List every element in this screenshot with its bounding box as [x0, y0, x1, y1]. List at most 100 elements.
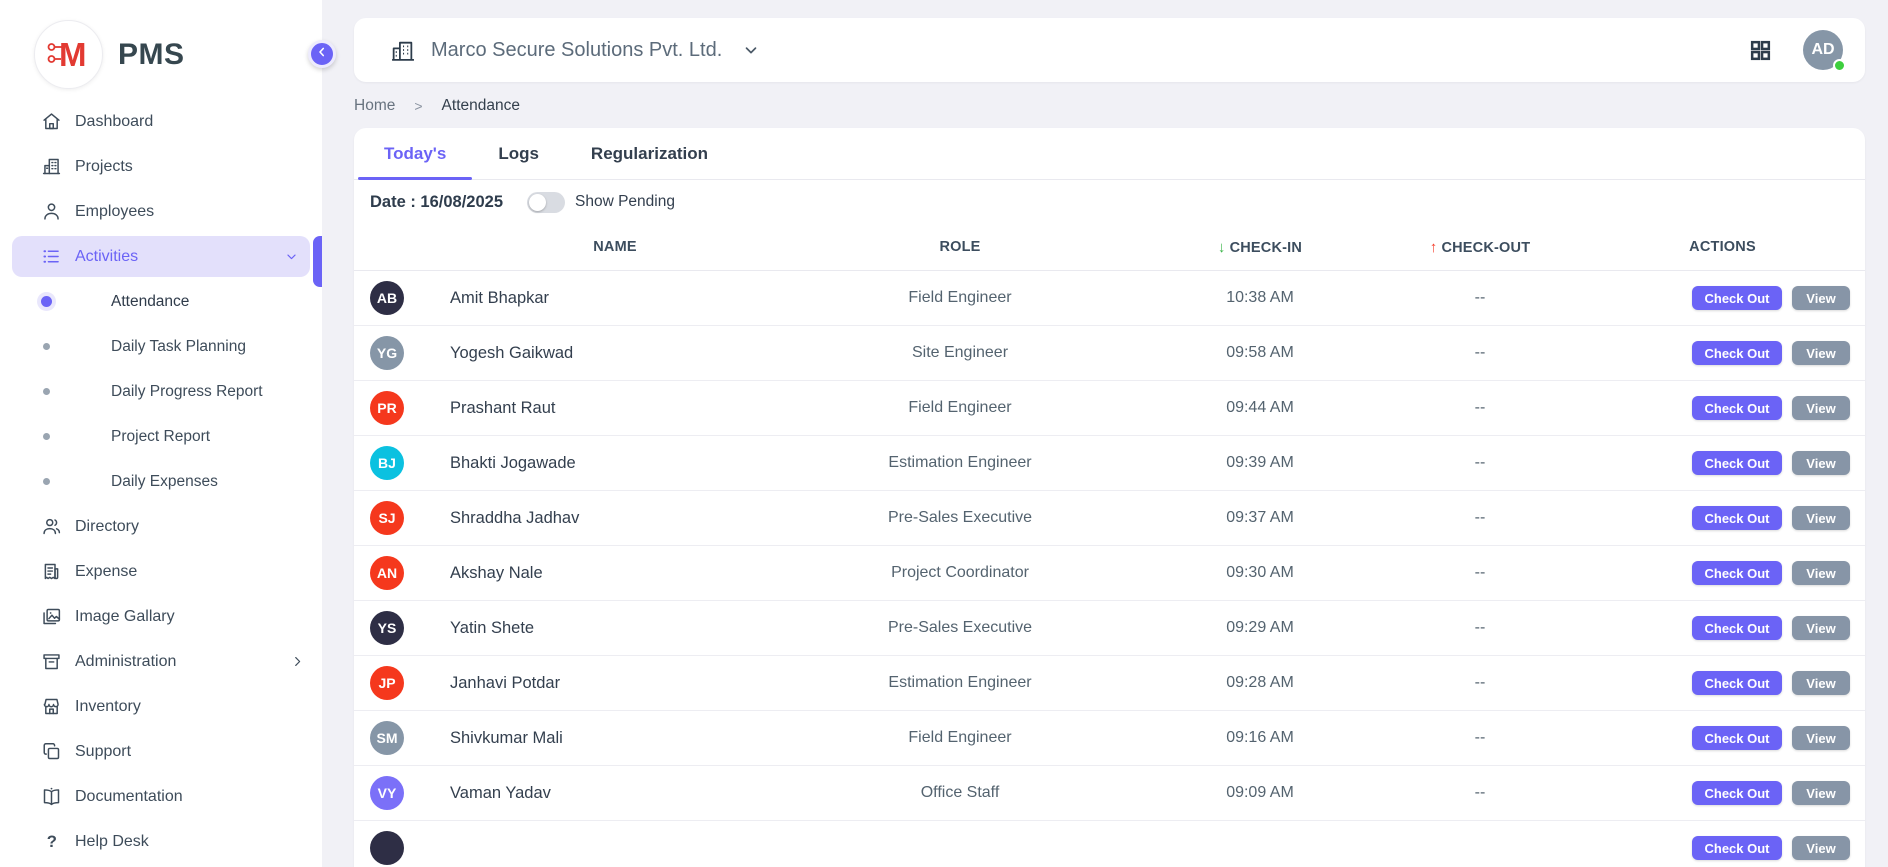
show-pending-toggle[interactable] [527, 192, 565, 213]
actions-cell: Check Out View [1580, 341, 1865, 365]
employee-avatar-cell: SM [354, 721, 450, 755]
table-row: ABAmit BhapkarField Engineer10:38 AM--Ch… [354, 271, 1865, 326]
employee-avatar-cell: PR [354, 391, 450, 425]
sidebar-subitem-daily-task-planning[interactable]: Daily Task Planning [0, 324, 322, 369]
table-row: SMShivkumar MaliField Engineer09:16 AM--… [354, 711, 1865, 766]
chevron-right-icon [289, 653, 306, 670]
sidebar-item-inventory[interactable]: Inventory [0, 684, 322, 729]
employee-role: Field Engineer [780, 729, 1140, 747]
grid-icon[interactable] [1748, 38, 1773, 63]
office-building-icon [390, 38, 415, 63]
view-button[interactable]: View [1792, 616, 1850, 640]
check-out-button[interactable]: Check Out [1692, 616, 1782, 640]
view-button[interactable]: View [1792, 341, 1850, 365]
view-button[interactable]: View [1792, 781, 1850, 805]
online-status-dot [1833, 59, 1846, 72]
check-out-button[interactable]: Check Out [1692, 506, 1782, 530]
check-in-time: 10:38 AM [1140, 289, 1380, 307]
check-out-button[interactable]: Check Out [1692, 341, 1782, 365]
breadcrumb-home[interactable]: Home [354, 97, 395, 115]
main-content: Marco Secure Solutions Pvt. Ltd. AD Home… [322, 0, 1888, 867]
sidebar-item-support[interactable]: Support [0, 729, 322, 774]
check-out-button[interactable]: Check Out [1692, 836, 1782, 860]
check-out-button[interactable]: Check Out [1692, 671, 1782, 695]
check-out-button[interactable]: Check Out [1692, 726, 1782, 750]
sidebar-item-employees[interactable]: Employees [0, 189, 322, 234]
sidebar-item-projects[interactable]: Projects [0, 144, 322, 189]
receipt-icon [40, 561, 62, 583]
svg-text:M: M [59, 36, 87, 73]
sidebar-subitem-attendance[interactable]: Attendance [0, 279, 322, 324]
active-section-indicator [313, 236, 322, 287]
employee-role: Office Staff [780, 784, 1140, 802]
sidebar-subitem-project-report[interactable]: Project Report [0, 414, 322, 459]
user-avatar[interactable]: AD [1803, 30, 1843, 70]
sidebar-item-dashboard[interactable]: Dashboard [0, 99, 322, 144]
check-out-button[interactable]: Check Out [1692, 781, 1782, 805]
sidebar-item-expense[interactable]: Expense [0, 549, 322, 594]
top-header: Marco Secure Solutions Pvt. Ltd. AD [354, 18, 1865, 82]
sidebar-item-label: Image Gallary [75, 608, 175, 626]
tab-logs[interactable]: Logs [472, 128, 565, 179]
check-out-button[interactable]: Check Out [1692, 286, 1782, 310]
attendance-panel: Today'sLogsRegularization Date : 16/08/2… [354, 128, 1865, 867]
sidebar-subitem-daily-progress-report[interactable]: Daily Progress Report [0, 369, 322, 414]
employee-role: Estimation Engineer [780, 674, 1140, 692]
sidebar: M PMS DashboardProjectsEmployeesActiviti… [0, 0, 322, 867]
employee-avatar-cell [354, 831, 450, 865]
company-selector[interactable]: Marco Secure Solutions Pvt. Ltd. [390, 38, 760, 63]
sidebar-item-label: Support [75, 743, 131, 761]
sidebar-collapse-button[interactable] [308, 40, 336, 68]
sidebar-item-image-gallary[interactable]: Image Gallary [0, 594, 322, 639]
store-icon [40, 696, 62, 718]
breadcrumb-separator: > [414, 98, 422, 114]
sidebar-item-directory[interactable]: Directory [0, 504, 322, 549]
view-button[interactable]: View [1792, 671, 1850, 695]
table-row: Check Out View [354, 821, 1865, 867]
employee-avatar: JP [370, 666, 404, 700]
breadcrumb-current: Attendance [442, 97, 520, 115]
tab-regularization[interactable]: Regularization [565, 128, 734, 179]
check-out-button[interactable]: Check Out [1692, 561, 1782, 585]
employee-avatar: YG [370, 336, 404, 370]
bullet-dot-icon [43, 478, 50, 485]
arrow-up-icon: ↑ [1430, 239, 1438, 256]
view-button[interactable]: View [1792, 726, 1850, 750]
sidebar-item-help-desk[interactable]: ?Help Desk [0, 819, 322, 864]
column-header-role: ROLE [780, 239, 1140, 255]
check-in-time: 09:30 AM [1140, 564, 1380, 582]
table-row: ANAkshay NaleProject Coordinator09:30 AM… [354, 546, 1865, 601]
sidebar-item-documentation[interactable]: Documentation [0, 774, 322, 819]
table-row: VYVaman YadavOffice Staff09:09 AM--Check… [354, 766, 1865, 821]
check-out-button[interactable]: Check Out [1692, 451, 1782, 475]
book-icon [40, 786, 62, 808]
chevron-down-icon [742, 41, 760, 59]
check-out-time: -- [1380, 784, 1580, 802]
view-button[interactable]: View [1792, 561, 1850, 585]
sidebar-subitem-daily-expenses[interactable]: Daily Expenses [0, 459, 322, 504]
check-out-time: -- [1380, 454, 1580, 472]
actions-cell: Check Out View [1580, 726, 1865, 750]
employee-avatar-cell: VY [354, 776, 450, 810]
check-out-button[interactable]: Check Out [1692, 396, 1782, 420]
employee-avatar: AN [370, 556, 404, 590]
view-button[interactable]: View [1792, 506, 1850, 530]
tab-today-s[interactable]: Today's [358, 128, 472, 179]
view-button[interactable]: View [1792, 286, 1850, 310]
sidebar-subitem-label: Daily Progress Report [111, 383, 263, 401]
check-in-time: 09:44 AM [1140, 399, 1380, 417]
employee-role: Site Engineer [780, 344, 1140, 362]
filter-row: Date : 16/08/2025 Show Pending [354, 180, 1865, 224]
employee-avatar-cell: BJ [354, 446, 450, 480]
employee-avatar-cell: YS [354, 611, 450, 645]
bullet-dot-icon [43, 388, 50, 395]
view-button[interactable]: View [1792, 836, 1850, 860]
employee-name: Akshay Nale [450, 564, 780, 583]
check-in-time: 09:28 AM [1140, 674, 1380, 692]
view-button[interactable]: View [1792, 396, 1850, 420]
check-out-time: -- [1380, 619, 1580, 637]
list-icon [40, 246, 62, 268]
view-button[interactable]: View [1792, 451, 1850, 475]
sidebar-item-activities[interactable]: Activities [12, 236, 310, 277]
sidebar-item-administration[interactable]: Administration [0, 639, 322, 684]
